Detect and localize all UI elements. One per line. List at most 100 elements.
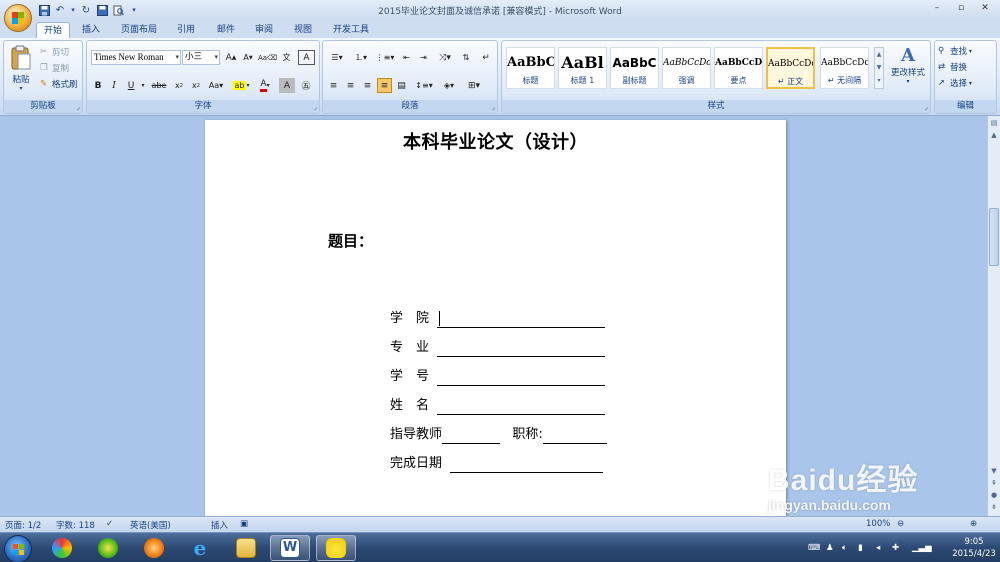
clock[interactable]: 9:05 2015/4/23: [952, 536, 996, 560]
subscript-button[interactable]: x2: [171, 78, 187, 93]
dialog-launcher-icon[interactable]: ⌟: [314, 103, 317, 111]
taskbar-word[interactable]: W: [270, 535, 310, 561]
style-emphasis[interactable]: AaBbCcDd 强调: [662, 47, 711, 89]
increase-indent-button[interactable]: ⇥: [416, 50, 431, 65]
keyboard-icon[interactable]: ⌨: [808, 543, 820, 553]
zoom-level[interactable]: 100%: [866, 519, 890, 529]
style-subtitle[interactable]: AaBbC 副标题: [610, 47, 659, 89]
document-page[interactable]: 本科毕业论文（设计） 题目： 学 院 专 业 学 号 姓 名 指导教师 职称: …: [205, 120, 786, 516]
superscript-button[interactable]: x2: [188, 78, 204, 93]
style-no-spacing[interactable]: AaBbCcDd ↵ 无间隔: [820, 47, 869, 89]
maximize-button[interactable]: ▫: [950, 1, 972, 15]
macro-record-icon[interactable]: ▣: [240, 519, 248, 529]
distributed-button[interactable]: ▤: [394, 78, 409, 93]
show-hidden-icon[interactable]: ◂: [876, 543, 880, 553]
taskbar-app-3[interactable]: [134, 535, 174, 561]
bullets-button[interactable]: ☰▾: [326, 50, 348, 65]
style-heading-1[interactable]: AaBl 标题 1: [558, 47, 607, 89]
insert-mode[interactable]: 插入: [211, 519, 228, 531]
close-button[interactable]: ✕: [974, 1, 996, 15]
show-marks-button[interactable]: ↵: [478, 50, 494, 65]
word-count[interactable]: 字数: 118: [56, 519, 95, 531]
styles-gallery-scroll[interactable]: ▲ ▼ ▾: [874, 47, 884, 89]
dialog-launcher-icon[interactable]: ⌟: [77, 103, 80, 111]
security-icon[interactable]: ✚: [892, 543, 899, 553]
proofing-icon[interactable]: ✓: [106, 519, 113, 529]
previous-page-icon[interactable]: ⇞: [989, 478, 999, 488]
paste-button[interactable]: 粘贴 ▾: [8, 45, 34, 92]
minimize-button[interactable]: –: [926, 1, 948, 15]
change-styles-button[interactable]: A 更改样式 ▾: [888, 45, 928, 85]
taskbar-app-1[interactable]: [42, 535, 82, 561]
multilevel-list-button[interactable]: ⋮≡▾: [374, 50, 396, 65]
find-button[interactable]: ⚲ 查找 ▾: [938, 45, 972, 57]
font-name-combo[interactable]: Times New Roman ▾: [91, 50, 181, 65]
dialog-launcher-icon[interactable]: ⌟: [925, 103, 928, 111]
align-right-button[interactable]: ≡: [360, 78, 375, 93]
sort-button[interactable]: ⇅: [458, 50, 474, 65]
character-border-icon[interactable]: A: [298, 50, 315, 65]
enclosed-characters-icon[interactable]: ㊄: [298, 78, 314, 93]
clear-formatting-icon[interactable]: Aa⌫: [258, 50, 277, 65]
format-painter-button[interactable]: ✎ 格式刷: [40, 78, 78, 90]
style-normal[interactable]: AaBbCcDd ↵ 正文: [766, 47, 815, 89]
field-line[interactable]: [437, 401, 606, 415]
tab-view[interactable]: 视图: [288, 22, 318, 38]
taskbar-ie[interactable]: e: [180, 535, 220, 561]
font-size-combo[interactable]: 小三 ▾: [182, 50, 220, 65]
chinese-layout-button[interactable]: ⤨▾: [434, 50, 456, 65]
style-strong[interactable]: AaBbCcD 要点: [714, 47, 763, 89]
tab-page-layout[interactable]: 页面布局: [116, 22, 162, 38]
underline-button[interactable]: U: [124, 78, 138, 93]
font-color-button[interactable]: A ▾: [254, 78, 276, 93]
chevron-down-icon[interactable]: ▾: [139, 78, 147, 93]
zoom-out-icon[interactable]: ⊖: [897, 519, 904, 529]
shading-button[interactable]: ◈▾: [438, 78, 460, 93]
tab-home[interactable]: 开始: [36, 22, 70, 38]
taskbar-pikachu[interactable]: [316, 535, 356, 561]
network-icon[interactable]: ▮: [858, 543, 863, 553]
language[interactable]: 英语(美国): [130, 519, 171, 531]
field-line[interactable]: [437, 372, 606, 386]
numbering-button[interactable]: ⒈▾: [350, 50, 372, 65]
field-line[interactable]: [442, 430, 501, 444]
field-line[interactable]: [542, 430, 607, 444]
align-center-button[interactable]: ≡: [343, 78, 358, 93]
scroll-up-icon[interactable]: ▲: [989, 130, 999, 140]
character-shading-icon[interactable]: A: [279, 78, 295, 93]
vertical-scrollbar[interactable]: ▤ ▲ ▼ ⇞ ● ⇟: [987, 116, 1000, 516]
tab-mailings[interactable]: 邮件: [211, 22, 241, 38]
borders-button[interactable]: ⊞▾: [463, 78, 485, 93]
style-title[interactable]: AaBbC 标题: [506, 47, 555, 89]
bold-button[interactable]: B: [91, 78, 105, 93]
justify-button[interactable]: ≡: [377, 78, 392, 93]
field-line[interactable]: [437, 343, 606, 357]
grow-font-button[interactable]: A ▲: [223, 50, 239, 65]
signal-icon[interactable]: ▁▃▅: [912, 543, 932, 553]
zoom-in-icon[interactable]: ⊕: [970, 519, 977, 529]
taskbar-explorer[interactable]: [226, 535, 266, 561]
copy-button[interactable]: ❐ 复制: [40, 62, 69, 74]
tab-references[interactable]: 引用: [171, 22, 201, 38]
decrease-indent-button[interactable]: ⇤: [399, 50, 414, 65]
tab-insert[interactable]: 插入: [76, 22, 106, 38]
tab-developer[interactable]: 开发工具: [328, 22, 374, 38]
italic-button[interactable]: I: [107, 78, 121, 93]
scroll-down-icon[interactable]: ▼: [989, 466, 999, 476]
scroll-thumb[interactable]: [989, 208, 999, 266]
highlight-button[interactable]: ab ▾: [230, 78, 252, 93]
start-button[interactable]: [4, 535, 32, 562]
field-line[interactable]: [450, 459, 604, 473]
change-case-button[interactable]: Aa▾: [206, 78, 226, 93]
select-button[interactable]: ➚ 选择 ▾: [938, 77, 972, 89]
ruler-toggle-icon[interactable]: ▤: [989, 118, 999, 128]
phonetic-guide-icon[interactable]: 文: [278, 50, 295, 65]
shrink-font-button[interactable]: A ▼: [240, 50, 256, 65]
dialog-launcher-icon[interactable]: ⌟: [492, 103, 495, 111]
align-left-button[interactable]: ≡: [326, 78, 341, 93]
qq-icon[interactable]: ♟: [826, 543, 834, 553]
select-browse-object-icon[interactable]: ●: [989, 490, 999, 500]
replace-button[interactable]: ⇄ 替换: [938, 61, 967, 73]
next-page-icon[interactable]: ⇟: [989, 502, 999, 512]
page-count[interactable]: 页面: 1/2: [5, 519, 41, 531]
